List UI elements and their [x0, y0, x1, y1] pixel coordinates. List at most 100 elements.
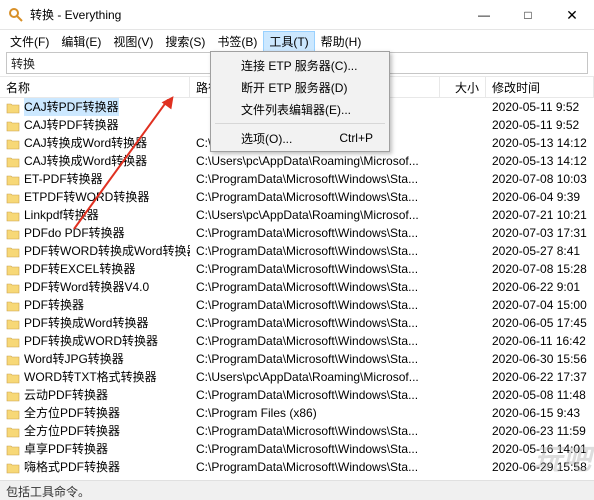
menu-separator: [215, 123, 385, 124]
table-row[interactable]: ET-PDF转换器C:\ProgramData\Microsoft\Window…: [0, 170, 594, 188]
file-path: C:\ProgramData\Microsoft\Windows\Sta...: [190, 476, 440, 478]
col-size[interactable]: 大小: [440, 77, 486, 97]
folder-icon: [6, 335, 20, 347]
menu-file[interactable]: 文件(F): [4, 31, 55, 52]
menu-edit[interactable]: 编辑(E): [55, 31, 107, 52]
col-name[interactable]: 名称: [0, 77, 190, 97]
file-size: [440, 260, 486, 278]
shortcut-label: Ctrl+P: [339, 131, 373, 145]
file-size: [440, 278, 486, 296]
table-row[interactable]: PDF转WORD转换成Word转换器C:\ProgramData\Microso…: [0, 242, 594, 260]
table-row[interactable]: PDF转换器C:\ProgramData\Microsoft\Windows\S…: [0, 296, 594, 314]
table-row[interactable]: Linkpdf转换器C:\Users\pc\AppData\Roaming\Mi…: [0, 206, 594, 224]
table-row[interactable]: 嗨格式PDF转换器C:\ProgramData\Microsoft\Window…: [0, 458, 594, 476]
file-date: 2020-07-21 10:21: [486, 206, 594, 224]
menubar: 文件(F) 编辑(E) 视图(V) 搜索(S) 书签(B) 工具(T) 帮助(H…: [0, 30, 594, 52]
table-row[interactable]: WORD转TXT格式转换器C:\Users\pc\AppData\Roaming…: [0, 368, 594, 386]
file-name: 卓享PDF转换器: [24, 440, 108, 458]
file-list[interactable]: CAJ转PDF转换器 2020-05-11 9:52 CAJ转PDF转换器 2020-…: [0, 98, 594, 478]
table-row[interactable]: PDF转Word转换器V4.0 C:\ProgramData\Microsoft\…: [0, 278, 594, 296]
file-name: CAJ转PDF转换器: [24, 98, 119, 116]
file-size: [440, 116, 486, 134]
file-path: C:\ProgramData\Microsoft\Windows\Sta...: [190, 332, 440, 350]
table-row[interactable]: CAJ转换成Word转换器C:\Users\pc\AppData\Roaming…: [0, 152, 594, 170]
table-row[interactable]: 全方位PDF转换器C:\Program Files (x86)2020-06-1…: [0, 404, 594, 422]
table-row[interactable]: PDF转换成WORD转换器C:\ProgramData\Microsoft\Wi…: [0, 332, 594, 350]
file-size: [440, 368, 486, 386]
menu-help[interactable]: 帮助(H): [315, 31, 368, 52]
file-date: 2020-05-16 14:01: [486, 440, 594, 458]
file-name: CAJ转PDF转换器: [24, 116, 119, 134]
file-name: ET-PDF转换器: [24, 170, 103, 188]
folder-icon: [6, 389, 20, 401]
menu-options[interactable]: 选项(O)... Ctrl+P: [213, 127, 387, 149]
file-size: [440, 476, 486, 478]
file-path: C:\ProgramData\Microsoft\Windows\Sta...: [190, 278, 440, 296]
file-size: [440, 458, 486, 476]
menu-search[interactable]: 搜索(S): [159, 31, 211, 52]
table-row[interactable]: Word转JPG转换器C:\ProgramData\Microsoft\Wind…: [0, 350, 594, 368]
file-path: C:\Users\pc\AppData\Roaming\Microsof...: [190, 152, 440, 170]
menu-filelist-editor[interactable]: 文件列表编辑器(E)...: [213, 98, 387, 120]
file-date: 2020-07-04 15:00: [486, 296, 594, 314]
file-path: C:\ProgramData\Microsoft\Windows\Sta...: [190, 422, 440, 440]
folder-icon: [6, 425, 20, 437]
file-name: Word转JPG转换器: [24, 350, 124, 368]
file-size: [440, 386, 486, 404]
file-path: C:\ProgramData\Microsoft\Windows\Sta...: [190, 386, 440, 404]
file-date: 2020-06-23 11:59: [486, 422, 594, 440]
file-size: [440, 206, 486, 224]
file-size: [440, 188, 486, 206]
close-button[interactable]: ✕: [550, 0, 594, 30]
folder-icon: [6, 299, 20, 311]
folder-icon: [6, 209, 20, 221]
col-date[interactable]: 修改时间: [486, 77, 594, 97]
file-path: C:\ProgramData\Microsoft\Windows\Sta...: [190, 242, 440, 260]
folder-icon: [6, 137, 20, 149]
maximize-button[interactable]: □: [506, 0, 550, 30]
file-size: [440, 404, 486, 422]
menu-bookmarks[interactable]: 书签(B): [211, 31, 263, 52]
file-date: 2020-05-13 14:12: [486, 152, 594, 170]
file-name: PDF转WORD转换成Word转换器: [24, 242, 190, 260]
table-row[interactable]: 卓享PDF转换器 C:\ProgramData\Microsoft\Windows…: [0, 440, 594, 458]
file-date: 2020-07-04 11:44: [486, 476, 594, 478]
file-path: C:\ProgramData\Microsoft\Windows\Sta...: [190, 188, 440, 206]
table-row[interactable]: PDF转EXCEL转换器C:\ProgramData\Microsoft\Win…: [0, 260, 594, 278]
table-row[interactable]: 云动PDF转换器C:\ProgramData\Microsoft\Windows…: [0, 386, 594, 404]
menu-tools[interactable]: 工具(T): [263, 31, 314, 52]
table-row[interactable]: 奇客PDF转换器C:\ProgramData\Microsoft\Windows…: [0, 476, 594, 478]
folder-icon: [6, 407, 20, 419]
table-row[interactable]: 全方位PDF转换器C:\ProgramData\Microsoft\Window…: [0, 422, 594, 440]
file-size: [440, 332, 486, 350]
folder-icon: [6, 173, 20, 185]
table-row[interactable]: ETPDF转WORD转换器 C:\ProgramData\Microsoft\Wi…: [0, 188, 594, 206]
file-name: PDF转Word转换器V4.0: [24, 278, 149, 296]
menu-connect-etp[interactable]: 连接 ETP 服务器(C)...: [213, 54, 387, 76]
file-size: [440, 242, 486, 260]
file-name: PDF转换器: [24, 296, 84, 314]
file-name: PDF转换成Word转换器: [24, 314, 148, 332]
file-name: 全方位PDF转换器: [24, 404, 120, 422]
file-size: [440, 170, 486, 188]
file-size: [440, 98, 486, 116]
folder-icon: [6, 281, 20, 293]
minimize-button[interactable]: —: [462, 0, 506, 30]
file-path: C:\Users\pc\AppData\Roaming\Microsof...: [190, 368, 440, 386]
file-date: 2020-05-08 11:48: [486, 386, 594, 404]
file-path: C:\Program Files (x86): [190, 404, 440, 422]
file-name: ETPDF转WORD转换器: [24, 188, 149, 206]
file-size: [440, 296, 486, 314]
table-row[interactable]: PDF转换成Word转换器C:\ProgramData\Microsoft\Wi…: [0, 314, 594, 332]
file-path: C:\ProgramData\Microsoft\Windows\Sta...: [190, 260, 440, 278]
menu-disconnect-etp[interactable]: 断开 ETP 服务器(D): [213, 76, 387, 98]
window-title: 转换 - Everything: [30, 6, 462, 23]
file-name: CAJ转换成Word转换器: [24, 134, 147, 152]
menu-view[interactable]: 视图(V): [107, 31, 159, 52]
file-size: [440, 314, 486, 332]
file-size: [440, 440, 486, 458]
file-date: 2020-05-11 9:52: [486, 98, 594, 116]
file-path: C:\ProgramData\Microsoft\Windows\Sta...: [190, 440, 440, 458]
file-size: [440, 134, 486, 152]
table-row[interactable]: PDFdo PDF转换器C:\ProgramData\Microsoft\Win…: [0, 224, 594, 242]
